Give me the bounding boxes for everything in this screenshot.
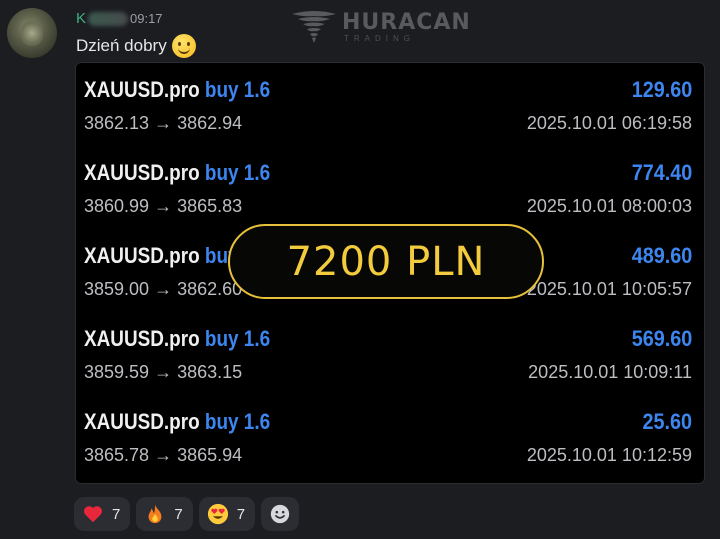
trade-prices: 3859.00 → 3862.60 xyxy=(84,279,243,299)
trade-prices: 3865.78 → 3865.94 xyxy=(84,445,243,465)
trade-profit: 774.40 xyxy=(631,160,692,185)
message-text: Dzień dobry xyxy=(76,34,196,58)
reaction-heart-eyes[interactable]: 7 xyxy=(198,497,256,531)
reaction-fire[interactable]: 7 xyxy=(136,497,193,531)
trade-symbol: XAUUSD.pro xyxy=(84,243,200,268)
logo-subtitle: TRADING xyxy=(344,34,415,43)
reactions-bar: 7 7 7 xyxy=(74,497,300,531)
reaction-count: 7 xyxy=(236,505,246,523)
trade-row: XAUUSD.pro buy 1.6 129.60 3862.13 → 3862… xyxy=(76,77,704,147)
heart-eyes-icon xyxy=(207,503,228,525)
add-reaction-icon xyxy=(270,504,290,524)
trade-profit: 489.60 xyxy=(631,243,692,268)
greeting-text: Dzień dobry xyxy=(76,36,167,55)
fire-icon xyxy=(148,504,162,524)
add-reaction-button[interactable] xyxy=(261,497,300,531)
sender-name[interactable]: K xyxy=(76,10,128,27)
heart-icon xyxy=(84,506,102,523)
trade-symbol: XAUUSD.pro xyxy=(84,326,200,351)
trade-symbol: XAUUSD.pro xyxy=(84,409,200,434)
reaction-count: 7 xyxy=(174,505,183,523)
total-profit-badge: 7200 PLN xyxy=(228,224,544,299)
trade-symbol-line: XAUUSD.pro buy 1.6 xyxy=(84,77,270,103)
trade-side: buy 1.6 xyxy=(204,77,271,102)
trade-row: XAUUSD.pro buy 1.6 25.60 3865.78 → 3865.… xyxy=(76,409,704,479)
sender-name-blur xyxy=(88,11,128,26)
trade-side: buy 1.6 xyxy=(204,326,271,351)
trade-row: XAUUSD.pro buy 1.6 569.60 3859.59 → 3863… xyxy=(76,326,704,396)
trade-prices: 3859.59 → 3863.15 xyxy=(84,362,243,382)
total-profit-text: 7200 PLN xyxy=(286,238,486,285)
trade-symbol-line: XAUUSD.pro buy 1.6 xyxy=(84,409,270,435)
reaction-count: 7 xyxy=(112,505,121,523)
trade-profit: 569.60 xyxy=(631,326,692,351)
trade-profit: 25.60 xyxy=(642,409,692,434)
tornado-logo-icon xyxy=(292,11,336,43)
trade-symbol: XAUUSD.pro xyxy=(84,160,200,185)
logo-name: HURACAN xyxy=(342,10,471,35)
huracan-logo: HURACAN TRADING xyxy=(290,10,471,44)
trade-datetime: 2025.10.01 06:19:58 xyxy=(526,113,692,133)
trade-datetime: 2025.10.01 10:05:57 xyxy=(526,279,692,299)
trade-side: buy 1.6 xyxy=(204,409,271,434)
trade-symbol-line: XAUUSD.pro buy 1.6 xyxy=(84,326,270,352)
trade-side: buy 1.6 xyxy=(204,160,271,185)
message-header: K 09:17 xyxy=(76,9,163,27)
trade-datetime: 2025.10.01 08:00:03 xyxy=(526,196,692,216)
trade-prices: 3862.13 → 3862.94 xyxy=(84,113,243,133)
avatar[interactable] xyxy=(7,8,57,58)
trade-row: XAUUSD.pro buy 1.6 774.40 3860.99 → 3865… xyxy=(76,160,704,230)
trade-symbol: XAUUSD.pro xyxy=(84,77,200,102)
trade-symbol-line: XAUUSD.pro buy 1.6 xyxy=(84,160,270,186)
message-time: 09:17 xyxy=(130,10,163,26)
smile-emoji-icon xyxy=(171,34,196,58)
sender-initial: K xyxy=(76,9,87,27)
trade-datetime: 2025.10.01 10:12:59 xyxy=(526,445,692,465)
trade-profit: 129.60 xyxy=(631,77,692,102)
trade-datetime: 2025.10.01 10:09:11 xyxy=(528,362,692,382)
reaction-heart[interactable]: 7 xyxy=(74,497,131,531)
trade-prices: 3860.99 → 3865.83 xyxy=(84,196,243,216)
